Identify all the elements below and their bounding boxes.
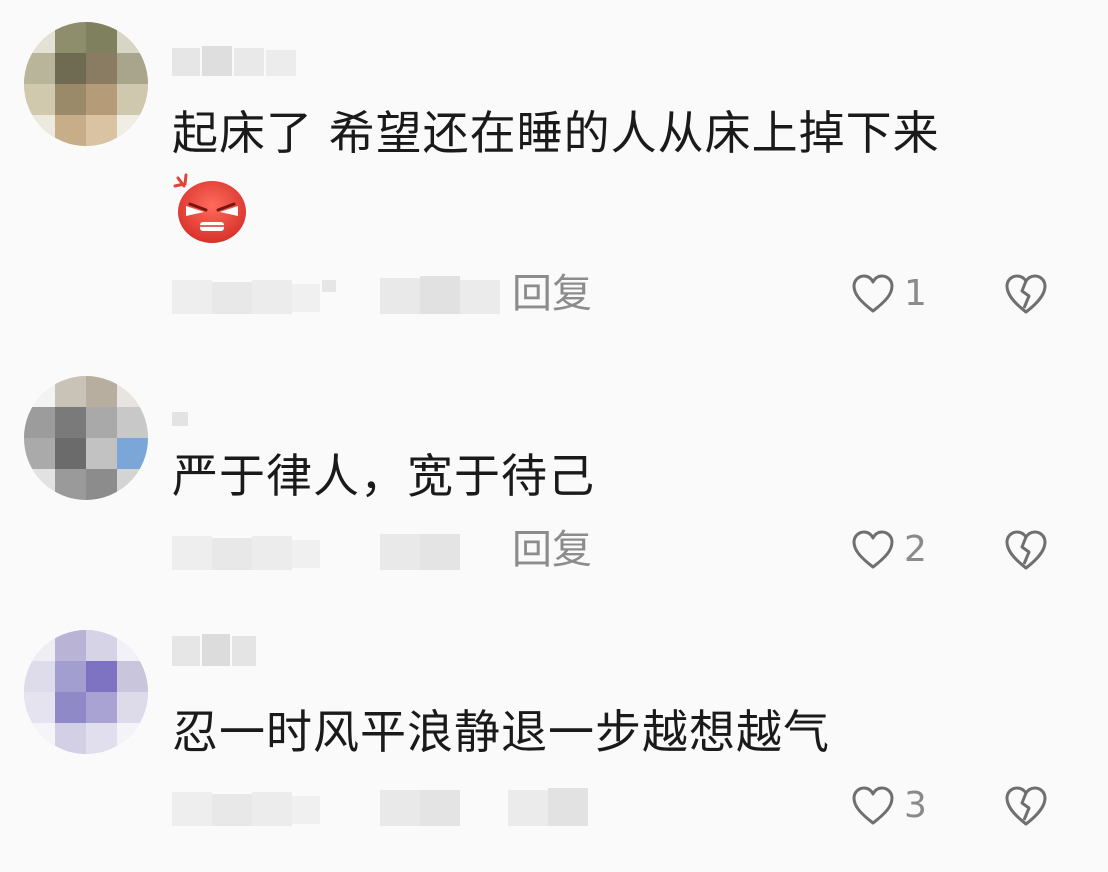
comment-meta-row: 回复 1 bbox=[0, 266, 1108, 322]
avatar[interactable] bbox=[24, 22, 148, 146]
like-count: 3 bbox=[904, 785, 927, 826]
like-count: 2 bbox=[904, 529, 927, 570]
like-button[interactable]: 1 bbox=[850, 272, 927, 316]
comment-list: 起床了 希望还在睡的人从床上掉下来 回复 1 严于律人，宽于待己 回复 2 忍一… bbox=[0, 0, 1108, 872]
comment-text: 忍一时风平浪静退一步越想越气 bbox=[172, 705, 830, 759]
username-blurred[interactable] bbox=[172, 44, 302, 80]
comment-text: 严于律人，宽于待己 bbox=[172, 449, 595, 503]
location-blurred bbox=[380, 276, 500, 314]
avatar[interactable] bbox=[24, 630, 148, 754]
angry-face-icon bbox=[173, 173, 246, 243]
reply-button[interactable]: 回复 bbox=[512, 268, 592, 320]
location-blurred bbox=[380, 534, 460, 570]
timestamp-blurred bbox=[172, 536, 320, 570]
like-count: 1 bbox=[904, 273, 927, 314]
username-blurred[interactable] bbox=[172, 402, 202, 438]
heart-icon bbox=[852, 530, 894, 569]
broken-heart-icon[interactable] bbox=[1002, 784, 1050, 828]
comment-meta-row: 回复 2 bbox=[0, 522, 1108, 578]
location-blurred bbox=[380, 788, 588, 826]
like-button[interactable]: 3 bbox=[850, 784, 927, 828]
like-button[interactable]: 2 bbox=[850, 528, 927, 572]
username-blurred[interactable] bbox=[172, 632, 262, 668]
timestamp-blurred bbox=[172, 792, 320, 826]
heart-icon bbox=[852, 274, 894, 313]
comment-meta-row: 3 bbox=[0, 778, 1108, 834]
comment-text: 起床了 希望还在睡的人从床上掉下来 bbox=[172, 106, 940, 160]
broken-heart-icon[interactable] bbox=[1002, 272, 1050, 316]
broken-heart-icon[interactable] bbox=[1002, 528, 1050, 572]
timestamp-blurred bbox=[172, 280, 336, 314]
avatar[interactable] bbox=[24, 376, 148, 500]
reply-button[interactable]: 回复 bbox=[512, 524, 592, 576]
heart-icon bbox=[852, 786, 894, 825]
